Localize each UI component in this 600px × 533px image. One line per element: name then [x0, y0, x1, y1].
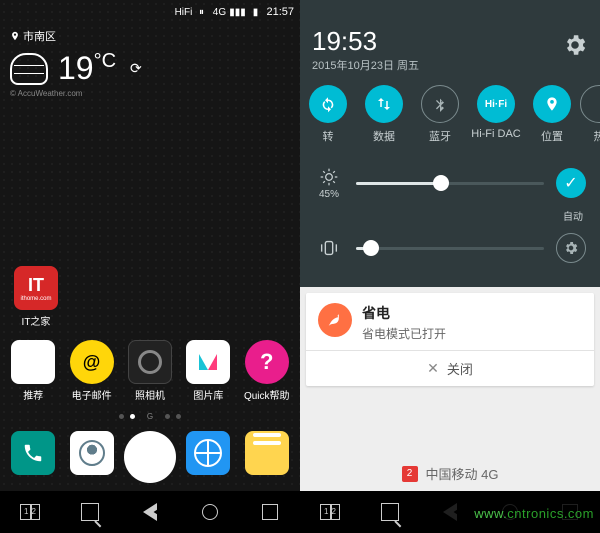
app-ithome[interactable]: IT ithome.com IT之家 [10, 266, 62, 328]
sim-badge: 2 [402, 466, 418, 482]
dock-apps[interactable] [124, 431, 176, 483]
app-gallery[interactable]: 图片库 [182, 340, 234, 402]
app-quickhelp[interactable]: ? Quick帮助 [241, 340, 293, 402]
pin-icon [10, 31, 20, 41]
app-camera[interactable]: 照相机 [124, 340, 176, 402]
dock-messages[interactable] [241, 431, 293, 483]
gallery-icon [186, 340, 230, 384]
toggle-rotate[interactable]: 转 [300, 85, 356, 144]
weather-widget[interactable]: 19°C ⟳ [0, 44, 300, 89]
toggle-data[interactable]: 数据 [356, 85, 412, 144]
dock-browser[interactable] [182, 431, 234, 483]
brightness-value-label: 45% [319, 189, 339, 200]
brand-g: G [147, 412, 153, 421]
folder-icon [11, 340, 55, 384]
weather-unit: °C [94, 50, 116, 72]
shade-time: 19:53 [312, 26, 419, 57]
nav-qslide[interactable] [369, 496, 411, 528]
status-time: 21:57 [266, 6, 294, 18]
shade-date: 2015年10月23日 周五 [312, 57, 419, 73]
settings-button[interactable] [562, 32, 588, 58]
notification-shade: 19:53 2015年10月23日 周五 转 数据 蓝牙 Hi·Fi [300, 0, 600, 533]
messages-icon [245, 431, 289, 475]
status-bar-right [300, 0, 600, 22]
quick-toggles[interactable]: 转 数据 蓝牙 Hi·Fi Hi-Fi DAC 位置 热 [300, 81, 600, 154]
nav-back[interactable] [129, 496, 171, 528]
battery-icon: ▮ [248, 5, 262, 19]
carrier-row: 2 中国移动 4G [300, 456, 600, 491]
page-indicator[interactable]: G [0, 408, 300, 425]
location-icon [533, 85, 571, 123]
help-icon: ? [245, 340, 289, 384]
shade-header: 19:53 2015年10月23日 周五 [300, 22, 600, 81]
hifi-icon: HiFi [176, 5, 190, 19]
toggle-location[interactable]: 位置 [524, 85, 580, 144]
home-screen: HiFi ⏸ 4G ▮▮▮ ▮ 21:57 市南区 19°C ⟳ © AccuW… [0, 0, 300, 533]
nav-recent[interactable] [249, 496, 291, 528]
phone-icon [11, 431, 55, 475]
notification-battery-saver[interactable]: 省电 省电模式已打开 ✕ 关闭 [306, 293, 594, 386]
weather-fog-icon [10, 53, 48, 85]
app-email[interactable]: @ 电子邮件 [66, 340, 118, 402]
camera-icon [128, 340, 172, 384]
volume-slider[interactable] [310, 223, 590, 273]
brightness-icon [319, 167, 339, 187]
dock-contacts[interactable] [66, 431, 118, 483]
signal-icon: ▮▮▮ [230, 5, 244, 19]
status-bar: HiFi ⏸ 4G ▮▮▮ ▮ 21:57 [0, 0, 300, 24]
nav-back[interactable] [429, 496, 471, 528]
toggle-bluetooth[interactable]: 蓝牙 [412, 85, 468, 144]
nav-qslide[interactable] [69, 496, 111, 528]
hotspot-icon [580, 85, 600, 123]
gear-icon [556, 233, 586, 263]
toggle-hifi-dac[interactable]: Hi·Fi Hi-Fi DAC [468, 85, 524, 144]
vibrate-icon: ⏸ [194, 5, 208, 19]
rotate-icon [309, 85, 347, 123]
weather-temp: 19 [58, 50, 94, 86]
brightness-auto-toggle[interactable]: ✓ [554, 166, 588, 200]
hifi-icon: Hi·Fi [477, 85, 515, 123]
notification-close-action[interactable]: ✕ 关闭 [306, 350, 594, 386]
notification-title: 省电 [362, 303, 582, 323]
nav-home[interactable] [189, 496, 231, 528]
mail-icon: @ [70, 340, 114, 384]
notification-subtitle: 省电模式已打开 [362, 325, 582, 342]
toggle-hotspot[interactable]: 热 [580, 85, 600, 144]
globe-icon [186, 431, 230, 475]
nav-bar: 12 [0, 491, 300, 533]
carrier-name: 中国移动 4G [426, 464, 499, 483]
leaf-icon [318, 303, 352, 337]
watermark: www.www.cntronics.comcntronics.com [474, 506, 594, 521]
check-icon: ✓ [556, 168, 586, 198]
auto-label: 自动 [556, 208, 590, 223]
close-icon: ✕ [427, 360, 439, 377]
nav-dual-window[interactable]: 12 [309, 496, 351, 528]
app-folder-recommend[interactable]: 推荐 [7, 340, 59, 402]
data-icon [365, 85, 403, 123]
gear-icon [562, 32, 588, 58]
refresh-icon[interactable]: ⟳ [130, 60, 142, 77]
nav-dual-window[interactable]: 12 [9, 496, 51, 528]
vibrate-icon [318, 237, 340, 259]
signal-4g-icon: 4G [212, 5, 226, 19]
contacts-icon [70, 431, 114, 475]
apps-icon [124, 431, 176, 483]
volume-settings-button[interactable] [554, 231, 588, 265]
app-ithome-badge: IT [28, 275, 44, 296]
sliders-panel: 45% ✓ 自动 [300, 154, 600, 287]
brightness-slider[interactable]: 45% ✓ [310, 158, 590, 208]
dock-phone[interactable] [7, 431, 59, 483]
weather-attribution: © AccuWeather.com [0, 89, 300, 98]
bluetooth-icon [421, 85, 459, 123]
weather-location[interactable]: 市南区 [0, 24, 300, 44]
